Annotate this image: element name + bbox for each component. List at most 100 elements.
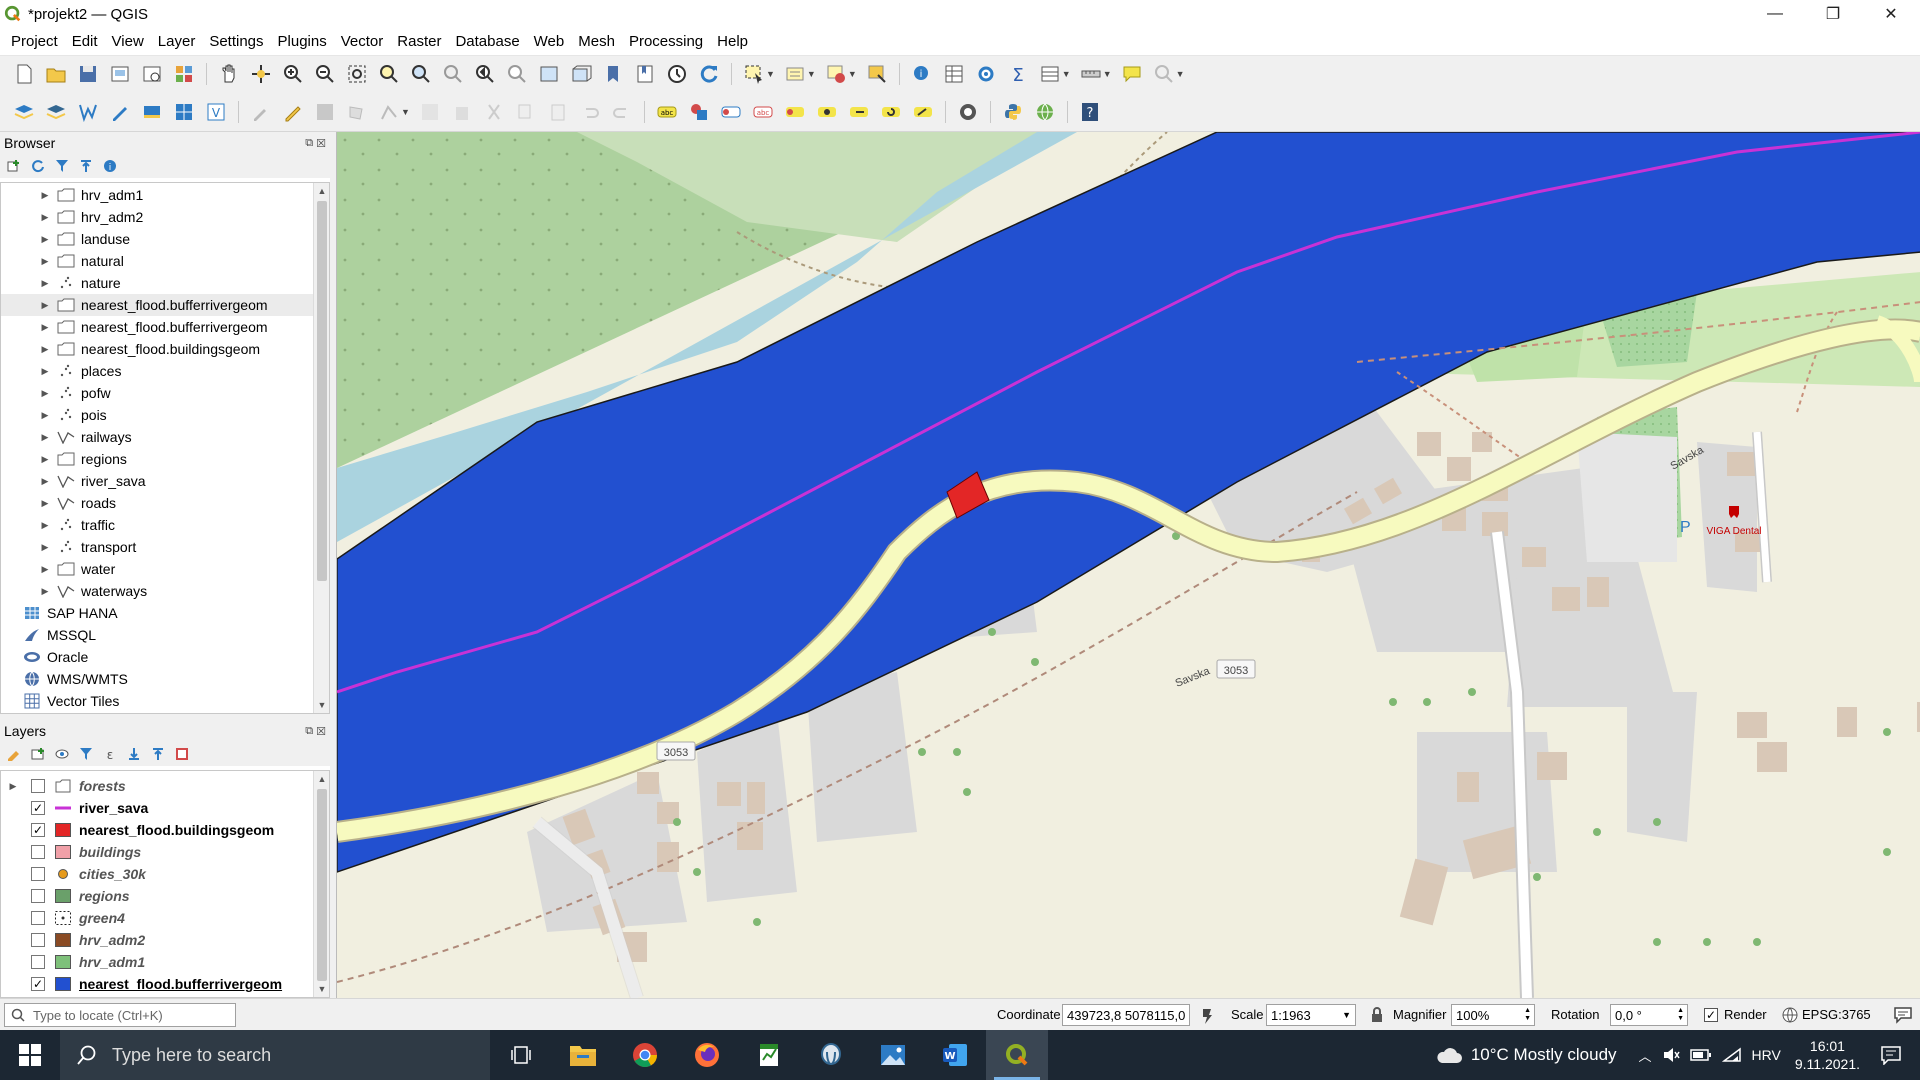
temporal-controller-icon[interactable] bbox=[665, 62, 689, 86]
properties-icon[interactable]: i bbox=[102, 158, 118, 174]
notifications-icon[interactable] bbox=[1880, 1045, 1902, 1065]
taskbar-search-box[interactable]: Type here to search bbox=[60, 1030, 490, 1080]
current-edits-icon[interactable] bbox=[249, 100, 273, 124]
taskbar-firefox[interactable] bbox=[676, 1030, 738, 1080]
layer-item[interactable]: ▶ forests bbox=[1, 775, 329, 797]
scroll-up-icon[interactable]: ▲ bbox=[314, 771, 329, 787]
taskbar-word[interactable]: W bbox=[924, 1030, 986, 1080]
add-vector-layer-icon[interactable] bbox=[76, 100, 100, 124]
modify-attributes-icon[interactable] bbox=[418, 100, 442, 124]
browser-item[interactable]: ▶ river_sava bbox=[1, 470, 329, 492]
layer-visibility-checkbox[interactable]: ✓ bbox=[31, 823, 45, 837]
layer-item[interactable]: regions bbox=[1, 885, 329, 907]
browser-item[interactable]: ▶ hrv_adm2 bbox=[1, 206, 329, 228]
rotation-spinbox[interactable]: 0,0 ° ▲ ▼ bbox=[1610, 1004, 1688, 1026]
manage-map-themes-icon[interactable] bbox=[54, 746, 70, 762]
add-group-icon[interactable] bbox=[30, 746, 46, 762]
expand-arrow-icon[interactable]: ▶ bbox=[39, 366, 51, 377]
browser-item[interactable]: ▶ traffic bbox=[1, 514, 329, 536]
menu-mesh[interactable]: Mesh bbox=[571, 33, 622, 50]
add-virtual-layer-icon[interactable]: V bbox=[204, 100, 228, 124]
expand-arrow-icon[interactable]: ▶ bbox=[39, 586, 51, 597]
select-all-icon[interactable] bbox=[865, 62, 889, 86]
browser-item[interactable]: ▶ railways bbox=[1, 426, 329, 448]
expand-arrow-icon[interactable]: ▶ bbox=[39, 432, 51, 443]
scroll-up-icon[interactable]: ▲ bbox=[314, 183, 329, 199]
zoom-full-icon[interactable] bbox=[345, 62, 369, 86]
layers-scrollbar[interactable]: ▲ ▼ bbox=[313, 771, 329, 997]
undo-icon[interactable] bbox=[578, 100, 602, 124]
menu-layer[interactable]: Layer bbox=[151, 33, 203, 50]
new-map-view-icon[interactable] bbox=[537, 62, 561, 86]
plugin-globe-icon[interactable] bbox=[1033, 100, 1057, 124]
add-layer-icon[interactable] bbox=[12, 100, 36, 124]
add-feature-icon[interactable] bbox=[345, 100, 369, 124]
select-by-value-icon[interactable] bbox=[783, 62, 807, 86]
layer-styling-icon[interactable] bbox=[6, 746, 22, 762]
taskbar-qgis[interactable] bbox=[986, 1030, 1048, 1080]
scrollbar-thumb[interactable] bbox=[317, 789, 327, 981]
locator-icon[interactable] bbox=[1152, 62, 1176, 86]
taskbar-photos[interactable] bbox=[862, 1030, 924, 1080]
expand-arrow-icon[interactable]: ▶ bbox=[39, 454, 51, 465]
maximize-button[interactable]: ❐ bbox=[1804, 0, 1862, 28]
float-panel-icon[interactable]: ⧉ bbox=[305, 137, 313, 150]
layer-item[interactable]: buildings bbox=[1, 841, 329, 863]
collapse-all-layers-icon[interactable] bbox=[150, 746, 166, 762]
filter-by-expression-icon[interactable]: ε bbox=[102, 746, 118, 762]
expand-arrow-icon[interactable]: ▶ bbox=[39, 564, 51, 575]
layer-visibility-checkbox[interactable] bbox=[31, 845, 45, 859]
scroll-down-icon[interactable]: ▼ bbox=[314, 697, 329, 713]
layer-visibility-checkbox[interactable] bbox=[31, 955, 45, 969]
browser-item[interactable]: ▶ roads bbox=[1, 492, 329, 514]
expand-arrow-icon[interactable]: ▶ bbox=[39, 278, 51, 289]
pan-to-selection-icon[interactable] bbox=[249, 62, 273, 86]
menu-settings[interactable]: Settings bbox=[202, 33, 270, 50]
browser-item[interactable]: ▶ nearest_flood.bufferrivergeom bbox=[1, 294, 329, 316]
zoom-to-selection-icon[interactable] bbox=[377, 62, 401, 86]
browser-item[interactable]: WMS/WMTS bbox=[1, 668, 329, 690]
show-bookmarks-icon[interactable] bbox=[633, 62, 657, 86]
layer-diagram-icon[interactable] bbox=[687, 100, 711, 124]
wifi-icon[interactable] bbox=[1721, 1047, 1742, 1063]
menu-help[interactable]: Help bbox=[710, 33, 755, 50]
expand-arrow-icon[interactable]: ▶ bbox=[39, 190, 51, 201]
layer-item[interactable]: green4 bbox=[1, 907, 329, 929]
add-wms-layer-icon[interactable] bbox=[140, 100, 164, 124]
menu-raster[interactable]: Raster bbox=[390, 33, 448, 50]
menu-view[interactable]: View bbox=[105, 33, 151, 50]
render-checkbox[interactable]: ✓ bbox=[1704, 1008, 1718, 1022]
menu-database[interactable]: Database bbox=[448, 33, 526, 50]
menu-web[interactable]: Web bbox=[527, 33, 572, 50]
coordinate-field[interactable]: 439723,8 5078115,0 bbox=[1062, 1004, 1190, 1026]
redo-icon[interactable] bbox=[610, 100, 634, 124]
scrollbar-thumb[interactable] bbox=[317, 201, 327, 581]
taskbar-file-explorer[interactable] bbox=[552, 1030, 614, 1080]
expand-arrow-icon[interactable]: ▶ bbox=[39, 388, 51, 399]
zoom-out-icon[interactable] bbox=[313, 62, 337, 86]
layer-item[interactable]: cities_30k bbox=[1, 863, 329, 885]
close-panel-icon[interactable]: ☒ bbox=[316, 725, 326, 738]
browser-item[interactable]: ▶ places bbox=[1, 360, 329, 382]
close-button[interactable]: ✕ bbox=[1862, 0, 1920, 28]
float-panel-icon[interactable]: ⧉ bbox=[305, 725, 313, 738]
speaker-muted-icon[interactable] bbox=[1662, 1046, 1680, 1064]
menu-project[interactable]: Project bbox=[4, 33, 65, 50]
lock-scale-icon[interactable] bbox=[1370, 1007, 1384, 1023]
toggle-editing-icon[interactable] bbox=[281, 100, 305, 124]
expand-arrow-icon[interactable]: ▶ bbox=[39, 256, 51, 267]
move-label-icon[interactable] bbox=[847, 100, 871, 124]
layer-visibility-checkbox[interactable] bbox=[31, 867, 45, 881]
filter-browser-icon[interactable] bbox=[54, 158, 70, 174]
show-hide-labels-icon[interactable] bbox=[815, 100, 839, 124]
browser-item[interactable]: Vector Tiles bbox=[1, 690, 329, 712]
select-features-icon[interactable] bbox=[742, 62, 766, 86]
expand-arrow-icon[interactable]: ▶ bbox=[39, 300, 51, 311]
expand-arrow-icon[interactable]: ▶ bbox=[39, 476, 51, 487]
browser-item[interactable]: ▶ water bbox=[1, 558, 329, 580]
pan-map-icon[interactable] bbox=[217, 62, 241, 86]
spinbox-arrows-icon[interactable]: ▲ ▼ bbox=[1524, 1007, 1531, 1023]
battery-icon[interactable] bbox=[1689, 1048, 1712, 1062]
refresh-icon[interactable] bbox=[697, 62, 721, 86]
expand-arrow-icon[interactable]: ▶ bbox=[39, 344, 51, 355]
